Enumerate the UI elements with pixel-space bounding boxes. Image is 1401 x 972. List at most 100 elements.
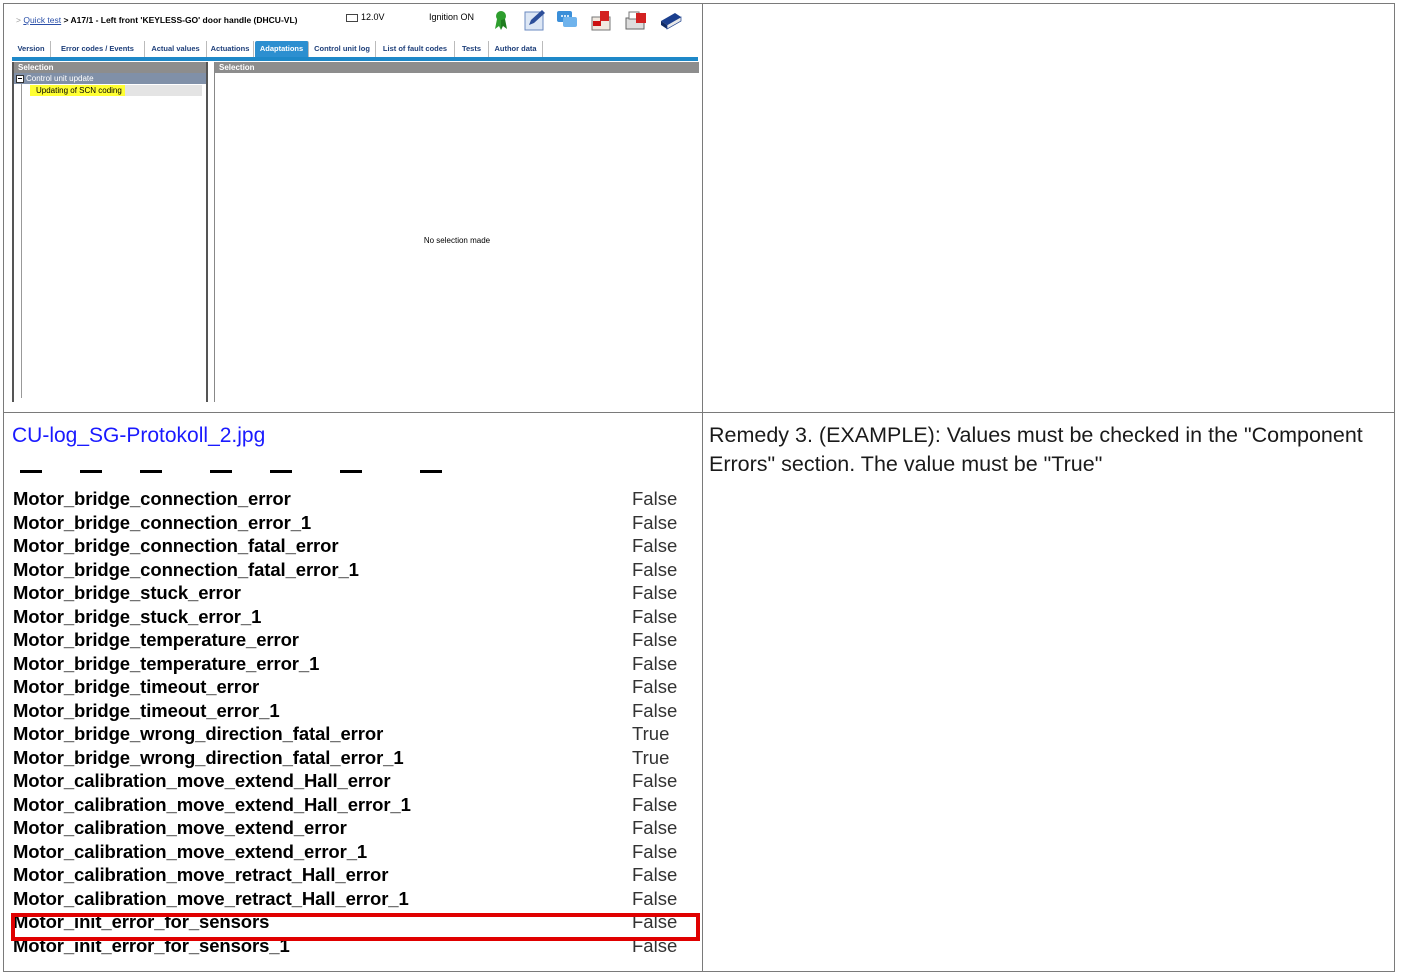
log-row: Motor_bridge_stuck_error_1 False xyxy=(10,604,700,628)
log-row-name: Motor_bridge_temperature_error_1 xyxy=(13,652,320,674)
tab-bar: Version Error codes / Events Actual valu… xyxy=(12,41,698,61)
file-link[interactable]: CU-log_SG-Protokoll_2.jpg xyxy=(12,424,265,448)
log-row: Motor_bridge_timeout_error False xyxy=(10,674,700,698)
remedy-text: Remedy 3. (EXAMPLE): Values must be chec… xyxy=(709,423,1363,476)
log-row-name: Motor_calibration_move_retract_Hall_erro… xyxy=(13,864,389,885)
pdf-print-icon[interactable] xyxy=(624,8,648,32)
tab-author-data[interactable]: Author data xyxy=(489,41,543,57)
log-row-name: Motor_bridge_stuck_error xyxy=(13,582,241,603)
breadcrumb: > Quick test > A17/1 - Left front 'KEYLE… xyxy=(16,15,297,25)
log-row: Motor_bridge_temperature_error False xyxy=(10,627,700,651)
log-row-value: False xyxy=(632,793,678,815)
tree-item-updating-scn-coding[interactable]: Updating of SCN coding xyxy=(30,85,202,96)
log-row: Motor_bridge_timeout_error_1 False xyxy=(10,698,700,722)
selection-tree-pane: Selection Control unit update Updating o… xyxy=(12,62,208,402)
log-row-value: False xyxy=(632,652,678,674)
voltage-value: 12.0V xyxy=(361,12,385,22)
log-row: Motor_calibration_move_retract_Hall_erro… xyxy=(10,886,700,910)
manual-book-icon[interactable] xyxy=(659,8,683,32)
tab-list-of-fault-codes[interactable]: List of fault codes xyxy=(376,41,455,57)
log-row-value: False xyxy=(632,582,678,603)
log-excerpt: Motor_bridge_connection_error False Motor… xyxy=(10,470,700,971)
log-row-name: Motor_bridge_connection_fatal_error_1 xyxy=(13,558,359,580)
empty-cell xyxy=(702,3,1395,413)
ribbon-icon[interactable] xyxy=(489,8,513,32)
log-row-value: False xyxy=(632,558,678,580)
chat-icon[interactable] xyxy=(555,8,579,32)
log-row-name: Motor_calibration_move_extend_error xyxy=(13,817,347,838)
header-bar: > Quick test > A17/1 - Left front 'KEYLE… xyxy=(10,6,700,38)
diagnostic-screenshot-cell: > Quick test > A17/1 - Left front 'KEYLE… xyxy=(3,3,703,413)
breadcrumb-quick-test-link[interactable]: Quick test xyxy=(23,15,61,25)
log-row: Motor_bridge_wrong_direction_fatal_error… xyxy=(10,721,700,745)
log-row-value: False xyxy=(632,488,678,509)
log-row-value: False xyxy=(632,676,678,697)
log-row: Motor_calibration_move_retract_Hall_erro… xyxy=(10,862,700,886)
log-row-value: True xyxy=(632,746,670,768)
log-row: Motor_bridge_connection_fatal_error False xyxy=(10,533,700,557)
log-row-value: False xyxy=(632,817,678,838)
log-row-value: False xyxy=(632,511,678,533)
log-row: Motor_calibration_move_extend_Hall_error… xyxy=(10,792,700,816)
log-row: Motor_bridge_connection_error False xyxy=(10,486,700,510)
log-row: Motor_bridge_connection_fatal_error_1 Fal… xyxy=(10,557,700,581)
selection-detail-pane: Selection No selection made xyxy=(214,62,699,402)
tree-guide-line xyxy=(21,84,22,398)
log-row: Motor_calibration_move_extend_error_1 Fal… xyxy=(10,839,700,863)
voltage-indicator: 12.0V xyxy=(346,12,385,22)
diagnostic-screenshot: > Quick test > A17/1 - Left front 'KEYLE… xyxy=(10,6,700,404)
ignition-status: Ignition ON xyxy=(429,12,475,22)
log-row-name: Motor_bridge_connection_fatal_error xyxy=(13,535,339,556)
pdf-export-icon[interactable] xyxy=(589,8,613,32)
tab-error-codes-events[interactable]: Error codes / Events xyxy=(51,41,145,57)
edit-icon[interactable] xyxy=(523,8,547,32)
log-cell: CU-log_SG-Protokoll_2.jpg Motor_bridge_c… xyxy=(3,412,703,972)
tab-version[interactable]: Version xyxy=(12,41,51,57)
log-row-name: Motor_bridge_stuck_error_1 xyxy=(13,605,262,627)
log-row-name: Motor_bridge_timeout_error_1 xyxy=(13,699,280,721)
log-row: Motor_bridge_stuck_error False xyxy=(10,580,700,604)
log-row-value: False xyxy=(632,699,678,721)
tab-tests[interactable]: Tests xyxy=(455,41,489,57)
log-row: Motor_calibration_move_extend_error False xyxy=(10,815,700,839)
breadcrumb-arrow: > xyxy=(16,15,21,25)
right-pane-header: Selection xyxy=(215,62,699,73)
tree-child-label: Updating of SCN coding xyxy=(30,85,125,96)
empty-selection-message: No selection made xyxy=(423,236,491,245)
tab-control-unit-log[interactable]: Control unit log xyxy=(309,41,376,57)
content-panes: Selection Control unit update Updating o… xyxy=(12,62,699,402)
log-row-name: Motor_bridge_temperature_error xyxy=(13,629,299,650)
tab-actual-values[interactable]: Actual values xyxy=(145,41,207,57)
collapse-icon[interactable] xyxy=(16,74,24,83)
log-row-value: False xyxy=(632,887,678,909)
tree-parent-label: Control unit update xyxy=(26,74,94,83)
log-row-name: Motor_calibration_move_extend_error_1 xyxy=(13,840,368,862)
log-row: Motor_bridge_connection_error_1 False xyxy=(10,510,700,534)
log-row: Motor_bridge_temperature_error_1 False xyxy=(10,651,700,675)
highlight-box xyxy=(11,913,700,941)
log-row-name: Motor_bridge_connection_error_1 xyxy=(13,511,312,533)
breadcrumb-title: > A17/1 - Left front 'KEYLESS-GO' door h… xyxy=(63,15,298,25)
tree-item-control-unit-update[interactable]: Control unit update xyxy=(14,73,206,84)
log-row: Motor_calibration_move_extend_Hall_error… xyxy=(10,768,700,792)
log-row-value: False xyxy=(632,629,678,650)
log-row-name: Motor_bridge_wrong_direction_fatal_error… xyxy=(13,746,404,768)
log-row-name: Motor_calibration_move_retract_Hall_erro… xyxy=(13,887,409,909)
log-row-value: True xyxy=(632,723,670,744)
log-row-name: Motor_bridge_timeout_error xyxy=(13,676,260,697)
remedy-cell: Remedy 3. (EXAMPLE): Values must be chec… xyxy=(702,412,1395,972)
log-row-name: Motor_calibration_move_extend_Hall_error… xyxy=(13,793,411,815)
log-row-value: False xyxy=(632,864,678,885)
log-row: Motor_bridge_wrong_direction_fatal_error… xyxy=(10,745,700,769)
tab-actuations[interactable]: Actuations xyxy=(207,41,254,57)
battery-icon xyxy=(346,13,358,22)
log-row-value: False xyxy=(632,605,678,627)
clipped-row-fragment xyxy=(10,470,450,476)
tab-adaptations[interactable]: Adaptations xyxy=(255,41,309,57)
log-row-name: Motor_bridge_wrong_direction_fatal_error xyxy=(13,723,384,744)
log-row-value: False xyxy=(632,840,678,862)
log-row-name: Motor_calibration_move_extend_Hall_error xyxy=(13,770,391,791)
left-pane-header: Selection xyxy=(14,62,206,73)
log-row-name: Motor_bridge_connection_error xyxy=(13,488,291,509)
log-row-value: False xyxy=(632,535,678,556)
